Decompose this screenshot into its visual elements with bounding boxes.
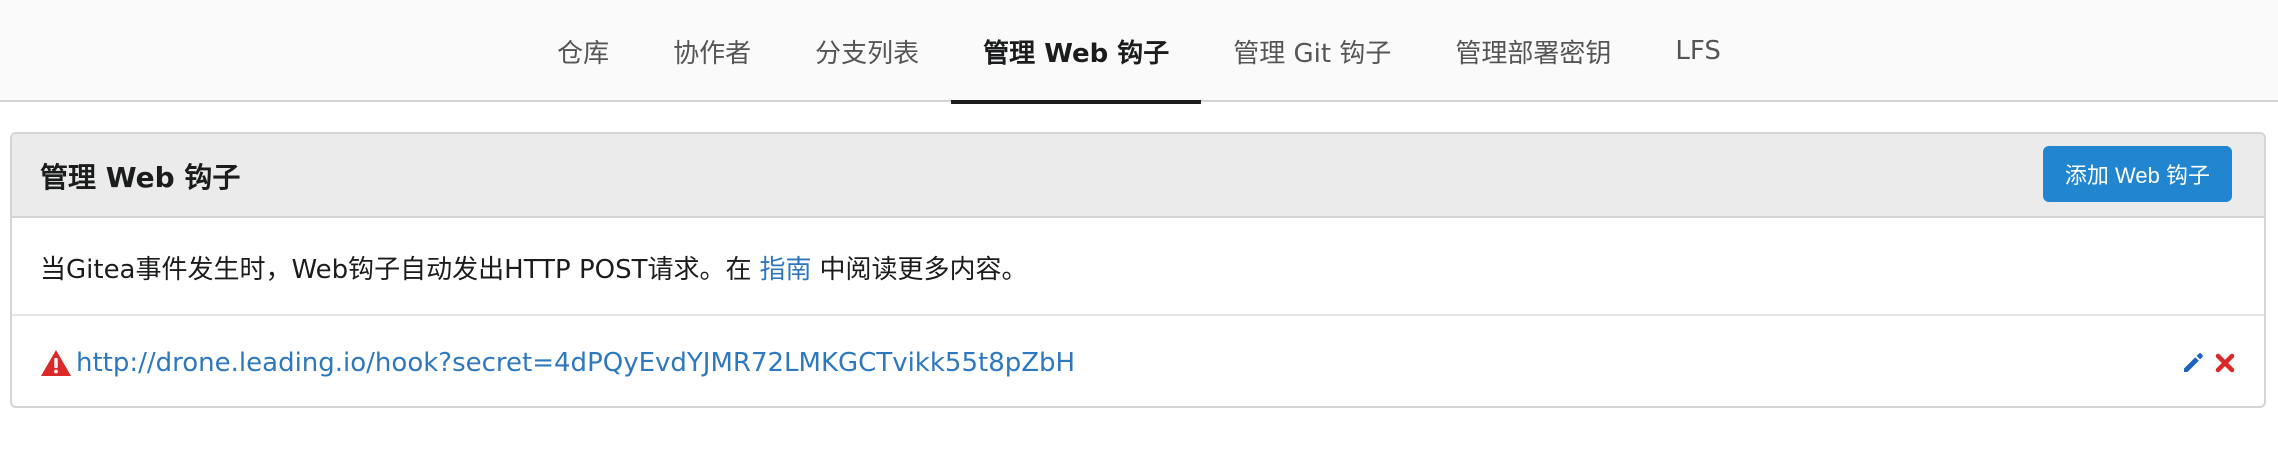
close-icon[interactable] xyxy=(2212,350,2238,376)
guide-link[interactable]: 指南 xyxy=(760,249,812,286)
webhooks-panel: 管理 Web 钩子 添加 Web 钩子 当Gitea事件发生时，Web钩子自动发… xyxy=(10,132,2266,408)
warning-icon xyxy=(40,349,72,377)
description-text-after: 中阅读更多内容。 xyxy=(819,254,1028,285)
pencil-icon[interactable] xyxy=(2180,350,2206,376)
repo-settings-tabbar: 仓库 协作者 分支列表 管理 Web 钩子 管理 Git 钩子 管理部署密钥 L… xyxy=(0,0,2278,104)
tab-repository[interactable]: 仓库 xyxy=(525,0,641,102)
panel-header: 管理 Web 钩子 添加 Web 钩子 xyxy=(12,134,2264,218)
tab-git-hooks[interactable]: 管理 Git 钩子 xyxy=(1201,0,1423,102)
panel-title: 管理 Web 钩子 xyxy=(40,161,241,194)
webhook-url-link[interactable]: http://drone.leading.io/hook?secret=4dPQ… xyxy=(76,348,1075,378)
tab-lfs[interactable]: LFS xyxy=(1643,0,1753,102)
webhooks-description: 当Gitea事件发生时，Web钩子自动发出HTTP POST请求。在 指南 中阅… xyxy=(12,220,2264,316)
tab-collaborators[interactable]: 协作者 xyxy=(641,0,783,102)
add-webhook-button[interactable]: 添加 Web 钩子 xyxy=(2042,146,2232,202)
webhook-actions xyxy=(2180,318,2238,406)
tab-webhooks[interactable]: 管理 Web 钩子 xyxy=(951,0,1202,104)
webhook-list-item: http://drone.leading.io/hook?secret=4dPQ… xyxy=(12,318,2264,406)
tab-branches[interactable]: 分支列表 xyxy=(783,0,951,102)
tab-deploy-keys[interactable]: 管理部署密钥 xyxy=(1423,0,1643,102)
settings-tabs: 仓库 协作者 分支列表 管理 Web 钩子 管理 Git 钩子 管理部署密钥 L… xyxy=(0,0,2278,104)
description-text-before: 当Gitea事件发生时，Web钩子自动发出HTTP POST请求。在 xyxy=(40,254,752,285)
